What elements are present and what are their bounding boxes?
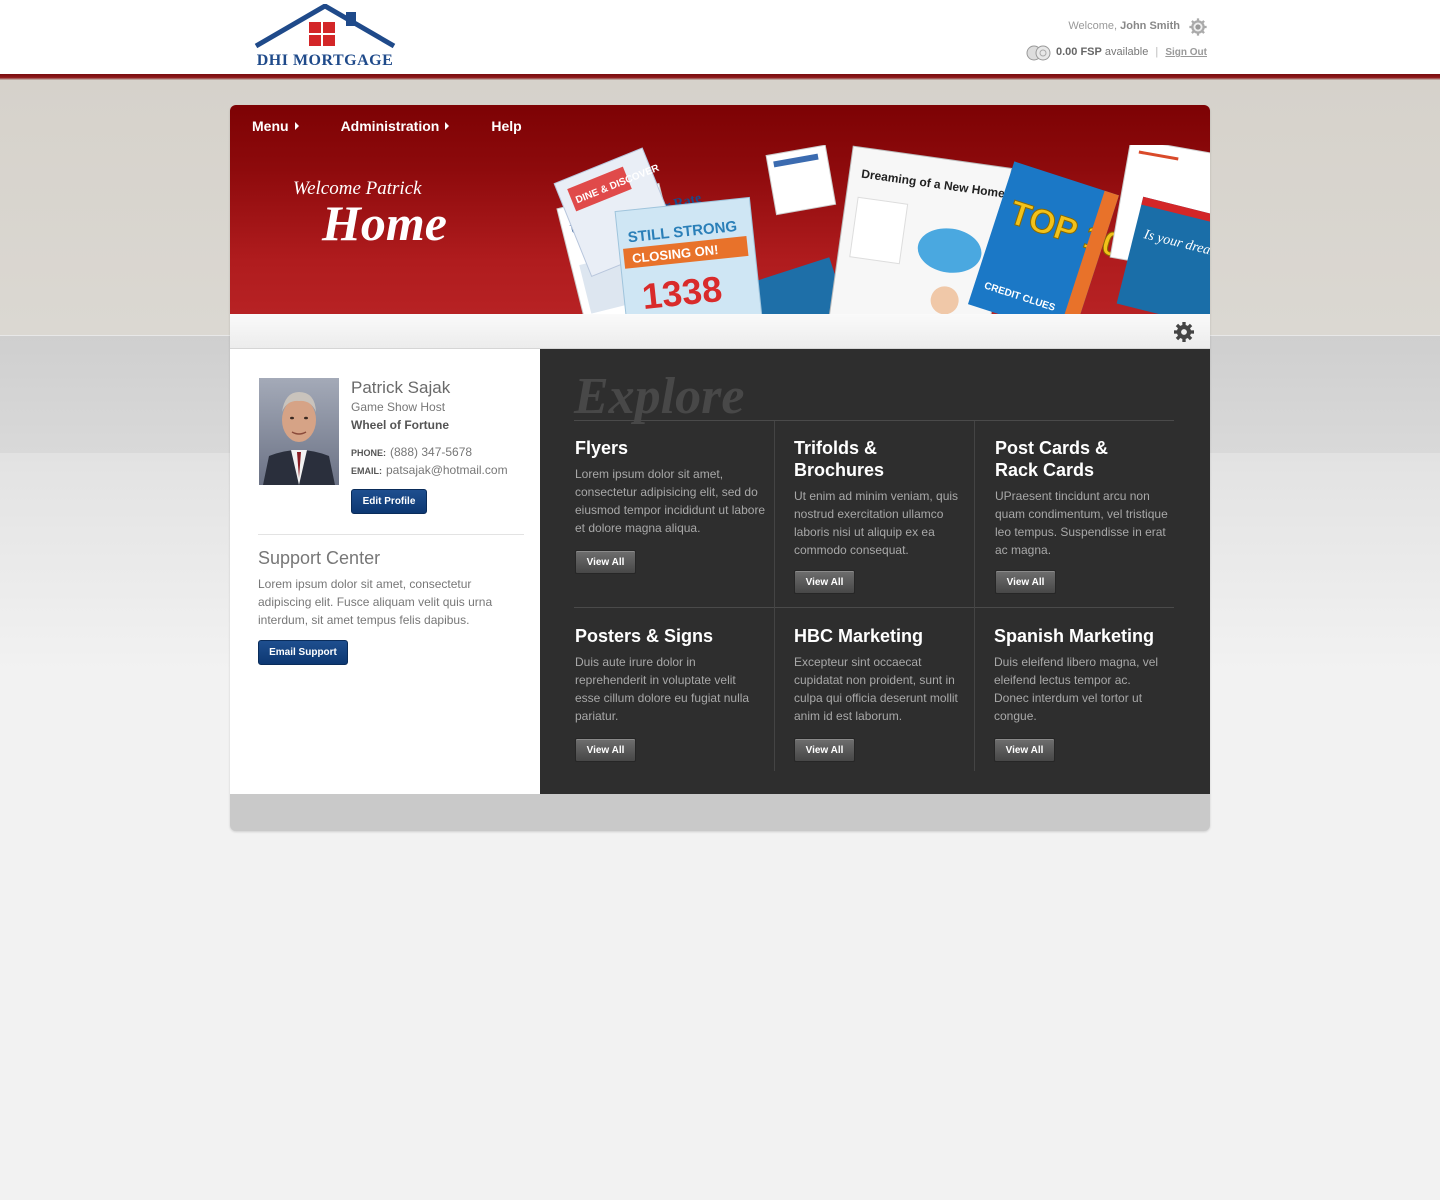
separator: | — [1155, 46, 1159, 58]
fsp-status: 0.00 FSP available | Sign Out — [1056, 46, 1207, 58]
divider — [574, 607, 1174, 608]
explore-item-title[interactable]: Posters & Signs — [575, 625, 765, 647]
nav-label: Menu — [252, 118, 289, 134]
profile-company: Wheel of Fortune — [351, 418, 449, 432]
email-support-button[interactable]: Email Support — [258, 640, 348, 665]
collage-text: 1338 — [640, 268, 724, 314]
house-logo-icon — [254, 3, 396, 49]
profile-name: Patrick Sajak — [351, 378, 451, 397]
dhi-mortgage-logo[interactable]: DHI MORTGAGE — [252, 3, 398, 70]
fsp-value: 0.00 FSP — [1056, 46, 1102, 58]
explore-item-text: UPraesent tincidunt arcu non quam condim… — [995, 489, 1168, 557]
fsp-suffix: available — [1104, 46, 1149, 58]
email-value[interactable]: patsajak@hotmail.com — [386, 463, 508, 477]
main-panel: Menu Administration Help Welcome Patrick… — [230, 105, 1210, 831]
explore-heading: Explore — [574, 368, 745, 425]
sign-out-link[interactable]: Sign Out — [1165, 47, 1207, 58]
profile-column: Patrick Sajak Game Show Host Wheel of Fo… — [230, 349, 540, 794]
support-center-text: Lorem ipsum dolor sit amet, consectetur … — [258, 577, 493, 627]
profile-title: Game Show Host — [351, 400, 446, 414]
toolbar — [230, 314, 1210, 349]
nav-label: Administration — [340, 118, 440, 134]
divider — [258, 534, 524, 535]
column-divider — [974, 421, 975, 771]
explore-item-title[interactable]: Flyers — [575, 437, 755, 459]
collage-art: Understand Your Rate DINE & DISCOVER STI… — [553, 145, 1210, 314]
welcome-message: Welcome, John Smith — [1068, 20, 1180, 32]
settings-gear-icon[interactable] — [1189, 18, 1207, 36]
support-center-title: Support Center — [258, 548, 381, 568]
profile-phone: PHONE: (888) 347-5678 — [351, 445, 472, 459]
settings-gear-icon[interactable] — [1174, 322, 1194, 342]
view-all-button[interactable]: View All — [994, 738, 1055, 762]
view-all-button[interactable]: View All — [575, 738, 636, 762]
nav-arrow-icon — [294, 122, 299, 130]
avatar — [259, 378, 339, 485]
explore-section: Explore Flyers Lorem ipsum dolor sit ame… — [540, 349, 1210, 794]
fsp-coins-icon — [1026, 45, 1051, 61]
main-nav: Menu Administration Help — [252, 118, 564, 134]
nav-label: Help — [491, 118, 522, 134]
nav-arrow-icon — [445, 122, 450, 130]
view-all-button[interactable]: View All — [575, 550, 636, 574]
explore-item-title[interactable]: Spanish Marketing — [994, 625, 1194, 647]
phone-label: PHONE: — [351, 448, 387, 458]
explore-item-text: Duis aute irure dolor in reprehenderit i… — [575, 655, 750, 723]
marketing-collage: Understand Your Rate DINE & DISCOVER STI… — [480, 145, 1210, 314]
explore-item-text: Lorem ipsum dolor sit amet, consectetur … — [575, 467, 766, 535]
nav-help[interactable]: Help — [491, 118, 521, 134]
explore-item-text: Ut enim ad minim veniam, quis nostrud ex… — [794, 489, 959, 557]
welcome-prefix: Welcome, — [1068, 20, 1118, 32]
profile-email: EMAIL: patsajak@hotmail.com — [351, 463, 508, 477]
nav-administration[interactable]: Administration — [341, 118, 450, 134]
edit-profile-button[interactable]: Edit Profile — [351, 489, 427, 514]
view-all-button[interactable]: View All — [794, 570, 855, 594]
top-header-bar — [0, 0, 1440, 75]
hero-title: Home — [322, 195, 447, 251]
explore-item-title[interactable]: Post Cards & Rack Cards — [995, 437, 1125, 481]
logo-text: DHI MORTGAGE — [256, 52, 394, 69]
hero-banner: Menu Administration Help Welcome Patrick… — [230, 105, 1210, 314]
view-all-button[interactable]: View All — [995, 570, 1056, 594]
explore-item-text: Duis eleifend libero magna, vel eleifend… — [994, 655, 1159, 723]
email-label: EMAIL: — [351, 466, 382, 476]
explore-item-title[interactable]: Trifolds & Brochures — [794, 437, 914, 481]
explore-item-text: Excepteur sint occaecat cupidatat non pr… — [794, 655, 958, 723]
explore-item-title[interactable]: HBC Marketing — [794, 625, 969, 647]
user-name: John Smith — [1120, 20, 1180, 32]
view-all-button[interactable]: View All — [794, 738, 855, 762]
phone-value: (888) 347-5678 — [390, 445, 473, 459]
column-divider — [774, 421, 775, 771]
divider — [574, 420, 1174, 421]
nav-menu[interactable]: Menu — [252, 118, 299, 134]
